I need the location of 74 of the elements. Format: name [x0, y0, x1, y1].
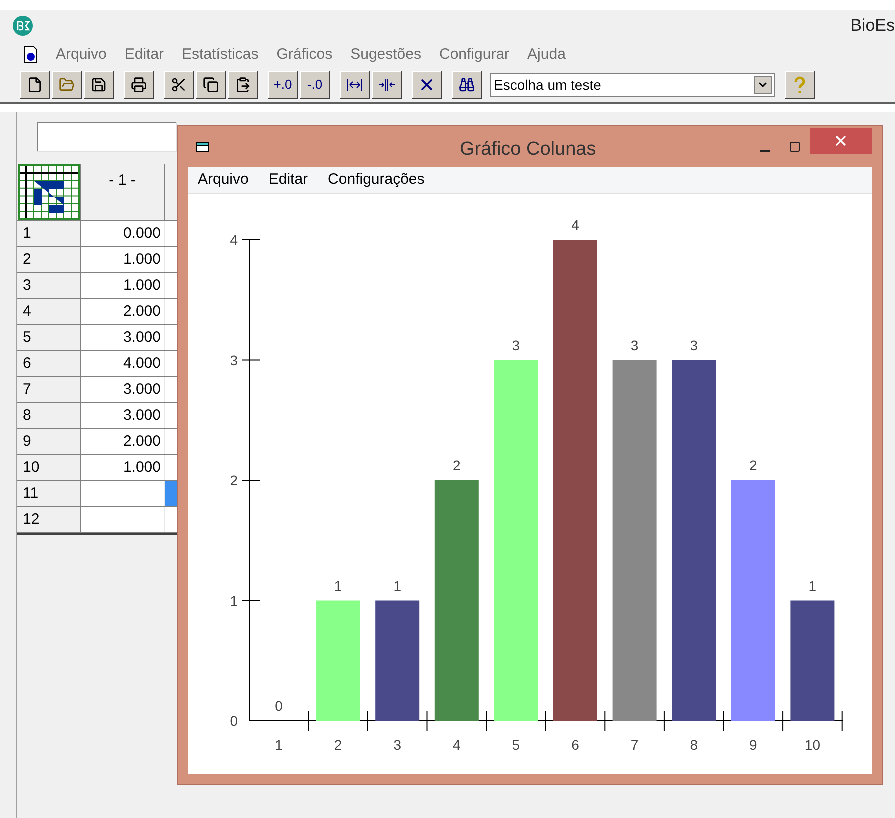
row-header[interactable]: 12 [17, 507, 81, 532]
x-tick-label: 3 [394, 737, 402, 753]
data-label: 0 [275, 698, 283, 714]
decimal-button[interactable]: -.0 [300, 71, 330, 99]
menu-item[interactable]: Configurar [440, 44, 510, 66]
row-header[interactable]: 2 [17, 247, 81, 272]
decimal-button[interactable]: +.0 [268, 71, 298, 99]
menu-item[interactable]: Configurações [328, 168, 425, 192]
app-logo-icon [12, 15, 34, 37]
save-icon[interactable] [84, 71, 114, 99]
printer-icon[interactable] [124, 71, 154, 99]
x-tick-label: 10 [804, 737, 820, 753]
row-header[interactable]: 10 [17, 455, 81, 480]
x-tick-label: 4 [453, 737, 461, 753]
row-header[interactable]: 9 [17, 429, 81, 454]
data-label: 2 [750, 458, 758, 474]
open-folder-icon[interactable] [52, 71, 82, 99]
x-tick-label: 6 [572, 737, 580, 753]
column-width-icon[interactable] [340, 71, 370, 99]
row-header[interactable]: 4 [17, 299, 81, 324]
maximize-icon [789, 140, 801, 153]
chart-window-title: Gráfico Colunas [460, 138, 596, 162]
window-title: BioEs [850, 15, 895, 38]
data-label: 1 [334, 578, 342, 594]
row-header[interactable]: 1 [17, 221, 81, 246]
close-button[interactable] [810, 128, 872, 154]
menu-item[interactable]: Arquivo [198, 168, 249, 192]
formula-field[interactable] [37, 122, 177, 152]
binoculars-icon[interactable] [452, 71, 482, 99]
x-tick-label: 2 [334, 737, 342, 753]
x-tick-label: 9 [750, 737, 758, 753]
scissors-icon[interactable] [164, 71, 194, 99]
paste-icon[interactable] [228, 71, 258, 99]
row-header[interactable]: 8 [17, 403, 81, 428]
test-select[interactable]: Escolha um teste [490, 73, 775, 97]
menu-item[interactable]: Sugestões [350, 44, 422, 66]
y-tick-label: 3 [230, 352, 238, 368]
menu-item[interactable]: Editar [268, 168, 308, 192]
menu-item[interactable]: Arquivo [56, 44, 107, 66]
window-icon [196, 140, 210, 153]
row-header[interactable]: 11 [17, 481, 81, 506]
grid-corner-icon[interactable] [18, 164, 80, 220]
y-tick-label: 4 [230, 232, 238, 248]
menu-item[interactable]: Ajuda [528, 44, 566, 66]
row-header[interactable]: 7 [17, 377, 81, 402]
delete-icon[interactable] [412, 71, 442, 99]
data-label: 3 [512, 337, 520, 354]
data-label: 4 [572, 217, 580, 233]
data-label: 1 [808, 578, 817, 594]
data-label: 2 [453, 458, 461, 474]
x-tick-label: 5 [512, 737, 520, 753]
data-label: 3 [690, 337, 698, 354]
y-tick-label: 1 [230, 592, 238, 609]
new-file-icon[interactable] [20, 71, 50, 99]
row-header[interactable]: 5 [17, 325, 81, 350]
minimize-icon [760, 150, 770, 152]
column-split-icon[interactable] [372, 71, 402, 99]
menu-item[interactable]: Gráficos [276, 44, 333, 66]
copy-icon[interactable] [196, 71, 226, 99]
row-header[interactable]: 6 [17, 351, 81, 376]
data-label: 1 [394, 578, 402, 594]
y-tick-label: 0 [230, 713, 238, 729]
menu-item[interactable]: Editar [124, 44, 164, 66]
selected-cell[interactable] [165, 481, 177, 506]
help-icon[interactable] [785, 71, 815, 99]
row-header[interactable]: 3 [17, 273, 81, 298]
x-tick-label: 8 [690, 737, 698, 753]
data-label: 3 [630, 337, 639, 354]
x-tick-label: 7 [630, 737, 639, 753]
y-tick-label: 2 [230, 472, 238, 488]
menu-item[interactable]: Estatísticas [182, 44, 259, 66]
x-tick-label: 1 [275, 737, 283, 753]
column-header[interactable]: - 1 - [81, 164, 165, 220]
document-icon [24, 46, 38, 64]
